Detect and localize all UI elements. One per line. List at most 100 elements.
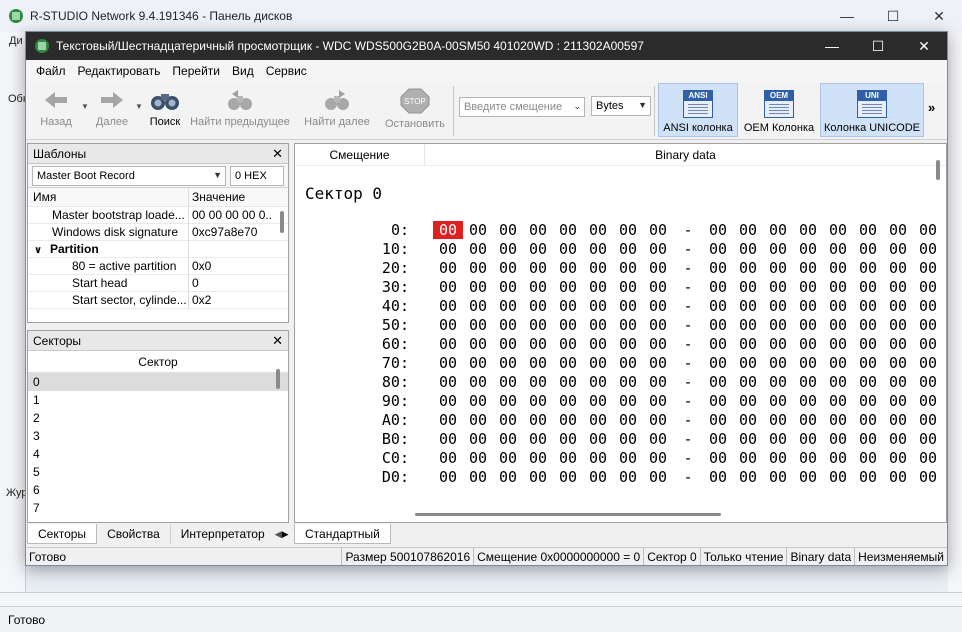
- hex-byte[interactable]: 00: [853, 297, 883, 315]
- hex-byte[interactable]: 00: [523, 316, 553, 334]
- hex-byte[interactable]: 00: [883, 354, 913, 372]
- hex-byte[interactable]: 00: [703, 240, 733, 258]
- hex-byte[interactable]: 00: [763, 316, 793, 334]
- hex-byte[interactable]: 00: [793, 240, 823, 258]
- hex-byte[interactable]: 00: [823, 278, 853, 296]
- hex-byte[interactable]: 00: [643, 316, 673, 334]
- hex-byte[interactable]: 00: [463, 468, 493, 486]
- hex-byte[interactable]: 00: [733, 316, 763, 334]
- hex-byte[interactable]: 00: [823, 335, 853, 353]
- hex-byte[interactable]: 00: [823, 221, 853, 239]
- hex-byte[interactable]: 00: [553, 297, 583, 315]
- hex-byte[interactable]: 00: [733, 335, 763, 353]
- hex-byte[interactable]: 00: [853, 316, 883, 334]
- hex-byte[interactable]: 00: [433, 392, 463, 410]
- hex-byte[interactable]: 00: [643, 373, 673, 391]
- sector-item[interactable]: 7: [28, 499, 288, 517]
- hex-byte[interactable]: 00: [823, 316, 853, 334]
- hex-byte[interactable]: 00: [733, 259, 763, 277]
- hex-byte[interactable]: 00: [463, 392, 493, 410]
- hex-byte[interactable]: 00: [793, 392, 823, 410]
- hex-byte[interactable]: 00: [763, 278, 793, 296]
- hex-byte[interactable]: 00: [523, 449, 553, 467]
- oem-column-toggle[interactable]: OEM OEM Колонка: [738, 83, 820, 137]
- hex-horizontal-scrollbar[interactable]: [415, 513, 721, 516]
- hex-byte[interactable]: 00: [793, 449, 823, 467]
- hex-byte[interactable]: 00: [883, 411, 913, 429]
- hex-byte[interactable]: 00: [463, 240, 493, 258]
- hex-byte[interactable]: 00: [613, 373, 643, 391]
- hex-byte[interactable]: 00: [493, 335, 523, 353]
- hex-byte[interactable]: 00: [853, 392, 883, 410]
- hex-byte[interactable]: 00: [913, 259, 943, 277]
- hex-byte[interactable]: 00: [733, 354, 763, 372]
- menu-file[interactable]: Файл: [30, 64, 72, 78]
- hex-byte[interactable]: 00: [613, 316, 643, 334]
- hex-byte[interactable]: 00: [913, 468, 943, 486]
- sector-item[interactable]: 0: [28, 373, 288, 391]
- hex-byte[interactable]: 00: [523, 468, 553, 486]
- hex-byte[interactable]: 00: [583, 354, 613, 372]
- main-close-button[interactable]: ✕: [916, 0, 962, 32]
- hex-byte[interactable]: 00: [523, 297, 553, 315]
- offset-input[interactable]: Введите смещение ⌄: [459, 97, 585, 117]
- hex-byte[interactable]: 00: [493, 316, 523, 334]
- hex-byte[interactable]: 00: [883, 335, 913, 353]
- hex-byte[interactable]: 00: [553, 411, 583, 429]
- hex-byte[interactable]: 00: [703, 354, 733, 372]
- hex-byte[interactable]: 00: [583, 259, 613, 277]
- templates-scrollbar[interactable]: [280, 211, 284, 233]
- menu-goto[interactable]: Перейти: [166, 64, 226, 78]
- hex-byte[interactable]: 00: [643, 278, 673, 296]
- hex-byte[interactable]: 00: [553, 354, 583, 372]
- hex-byte[interactable]: 00: [553, 316, 583, 334]
- hex-byte[interactable]: 00: [733, 297, 763, 315]
- search-button[interactable]: Поиск: [144, 82, 186, 138]
- hex-byte[interactable]: 00: [883, 221, 913, 239]
- hex-byte[interactable]: 00: [583, 392, 613, 410]
- hex-byte[interactable]: 00: [763, 354, 793, 372]
- hex-byte[interactable]: 00: [613, 449, 643, 467]
- hex-byte[interactable]: 00: [853, 221, 883, 239]
- template-row[interactable]: Start head 0: [28, 274, 288, 292]
- hex-byte[interactable]: 00: [583, 278, 613, 296]
- hex-byte[interactable]: 00: [763, 297, 793, 315]
- template-select[interactable]: Master Boot Record ▼: [32, 165, 226, 186]
- forward-button[interactable]: Далее: [90, 82, 134, 138]
- hex-byte[interactable]: 00: [853, 335, 883, 353]
- hex-vertical-scrollbar[interactable]: [936, 160, 940, 180]
- tab-scroll-right-icon[interactable]: ▶: [282, 524, 289, 544]
- hex-byte[interactable]: 00: [733, 430, 763, 448]
- hex-byte[interactable]: 00: [583, 240, 613, 258]
- hex-byte[interactable]: 00: [433, 316, 463, 334]
- hex-byte[interactable]: 00: [733, 468, 763, 486]
- hex-byte[interactable]: 00: [703, 392, 733, 410]
- hex-byte[interactable]: 00: [883, 240, 913, 258]
- hex-byte[interactable]: 00: [853, 278, 883, 296]
- unit-select[interactable]: Bytes ▼: [591, 96, 651, 116]
- hex-byte[interactable]: 00: [913, 297, 943, 315]
- hex-byte[interactable]: 00: [703, 316, 733, 334]
- hex-byte[interactable]: 00: [553, 392, 583, 410]
- close-icon[interactable]: ✕: [272, 333, 283, 349]
- hex-byte[interactable]: 00: [733, 411, 763, 429]
- hex-byte[interactable]: 00: [433, 449, 463, 467]
- hex-byte[interactable]: 00: [643, 449, 673, 467]
- hex-byte[interactable]: 00: [853, 449, 883, 467]
- hex-byte[interactable]: 00: [883, 278, 913, 296]
- find-next-button[interactable]: Найти далее: [294, 82, 380, 138]
- hex-byte[interactable]: 00: [613, 259, 643, 277]
- tab-properties[interactable]: Свойства: [97, 524, 171, 544]
- hex-byte[interactable]: 00: [883, 392, 913, 410]
- hex-byte[interactable]: 00: [643, 297, 673, 315]
- sector-item[interactable]: 5: [28, 463, 288, 481]
- hex-byte[interactable]: 00: [553, 335, 583, 353]
- hex-byte[interactable]: 00: [883, 449, 913, 467]
- hex-byte[interactable]: 00: [853, 373, 883, 391]
- hex-byte[interactable]: 00: [733, 240, 763, 258]
- hex-byte-selected[interactable]: 00: [433, 221, 463, 239]
- hex-byte[interactable]: 00: [703, 278, 733, 296]
- back-button[interactable]: Назад: [32, 82, 80, 138]
- hex-byte[interactable]: 00: [643, 335, 673, 353]
- hex-byte[interactable]: 00: [613, 392, 643, 410]
